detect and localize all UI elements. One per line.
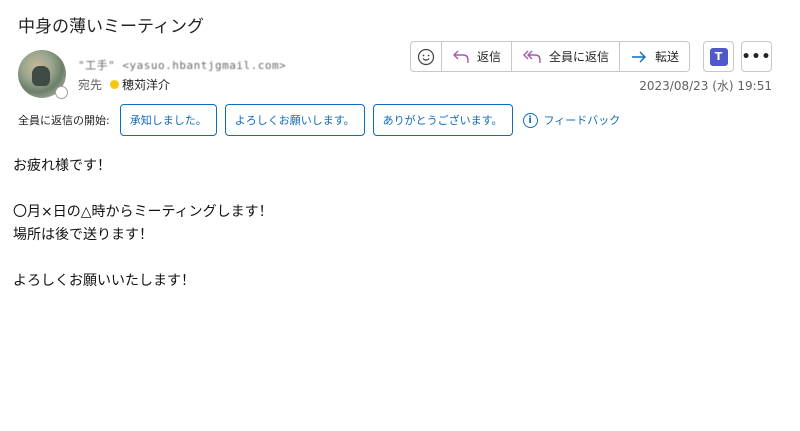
reply-label: 返信 bbox=[477, 50, 502, 64]
body-line: 場所は後で送ります！ bbox=[13, 227, 153, 243]
recipients-row: 宛先 穂苅洋介 bbox=[78, 76, 170, 93]
feedback-label: フィードバック bbox=[543, 114, 621, 127]
sent-date: 2023/08/23 (水) 19:51 bbox=[639, 79, 772, 93]
presence-status-icon bbox=[55, 86, 68, 99]
quick-reply-bar: 全員に返信の開始: 承知しました。 よろしくお願いします。 ありがとうございます… bbox=[18, 104, 620, 136]
reply-icon bbox=[453, 50, 469, 63]
body-line: 〇月×日の△時からミーティングします！ bbox=[13, 204, 273, 220]
reply-button[interactable]: 返信 bbox=[442, 42, 513, 71]
quick-reply-label: 全員に返信の開始: bbox=[18, 114, 110, 127]
teams-chat-button[interactable]: T bbox=[703, 41, 734, 72]
more-actions-button[interactable]: ••• bbox=[741, 41, 772, 72]
message-actions: 返信 全員に返信 転送 bbox=[410, 41, 691, 72]
forward-arrow-icon bbox=[632, 51, 647, 62]
email-body: お疲れ様です！ 〇月×日の△時からミーティングします！ 場所は後で送ります！ よ… bbox=[13, 155, 273, 293]
feedback-link[interactable]: i フィードバック bbox=[522, 112, 621, 128]
sender-address[interactable]: "工手" <yasuo.hbantjgmail.com> bbox=[78, 57, 286, 73]
smiley-icon bbox=[417, 48, 435, 65]
reply-all-icon bbox=[523, 50, 541, 63]
body-line bbox=[13, 247, 273, 270]
quick-reply-option[interactable]: 承知しました。 bbox=[119, 104, 217, 136]
recipient-label: 穂苅洋介 bbox=[122, 78, 171, 92]
more-icon: ••• bbox=[741, 48, 772, 65]
reply-all-button[interactable]: 全員に返信 bbox=[512, 42, 621, 71]
quick-reply-option[interactable]: ありがとうございます。 bbox=[372, 104, 513, 136]
forward-button[interactable]: 転送 bbox=[620, 42, 689, 71]
body-line: お疲れ様です！ bbox=[13, 158, 111, 174]
presence-away-icon bbox=[110, 80, 120, 89]
reply-all-label: 全員に返信 bbox=[549, 50, 610, 64]
email-subject: 中身の薄いミーティング bbox=[18, 17, 204, 37]
reaction-button[interactable] bbox=[411, 42, 442, 71]
recipient-name[interactable]: 穂苅洋介 bbox=[110, 76, 170, 93]
body-line: よろしくお願いいたします！ bbox=[13, 273, 195, 289]
info-icon: i bbox=[522, 112, 538, 128]
teams-icon: T bbox=[709, 47, 728, 66]
to-label: 宛先 bbox=[78, 78, 103, 92]
body-line bbox=[13, 178, 273, 201]
forward-label: 転送 bbox=[655, 50, 680, 64]
quick-reply-option[interactable]: よろしくお願いします。 bbox=[224, 104, 365, 136]
